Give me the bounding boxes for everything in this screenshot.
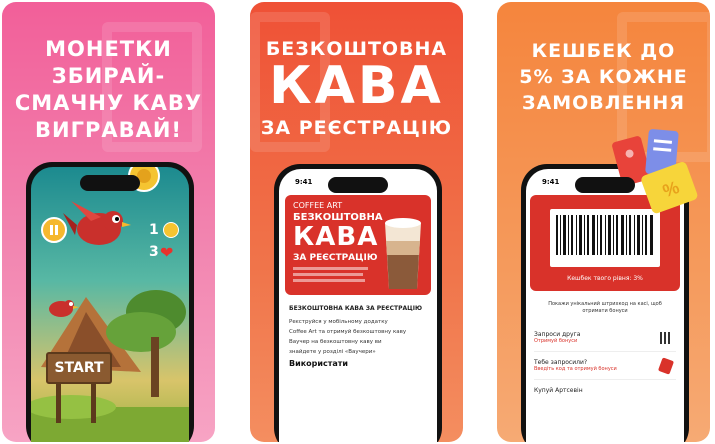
promo-card-cashback: КЕШБЕК ДО 5% ЗА КОЖНЕ ЗАМОВЛЕННЯ 9:41 Ке… [497,2,710,442]
body-line: знайдете у розділі «Ваучери» [289,349,376,355]
game-screen: 1 3 ❤ START [31,167,189,442]
lives-count: 3 [149,244,159,260]
headline-bottom: ЗА РЕЄСТРАЦІЮ [260,117,453,139]
app-screen: 9:41 COFFEE ART БЕЗКОШТОВНА КАВА ЗА РЕЄС… [279,169,437,442]
headline-line: 5% ЗА КОЖНЕ [519,66,688,88]
banner-text-line [293,273,363,276]
promo-card-free-coffee: БЕЗКОШТОВНА КАВА ЗА РЕЄСТРАЦІЮ 9:41 COFF… [250,2,463,442]
coins-count: 1 [149,222,159,238]
cashback-level: Кешбек твого рівня: 3% [567,275,643,282]
section-body: Реєструйся у мобільному додатку Coffee A… [289,317,406,357]
promo-banner[interactable]: COFFEE ART БЕЗКОШТОВНА КАВА ЗА РЕЄСТРАЦІ… [285,195,431,295]
phone-notch [575,177,635,193]
banner-sub: ЗА РЕЄСТРАЦІЮ [293,253,378,263]
menu-item-title: Купуй Артсевін [534,387,583,394]
qr-code-icon [660,332,672,344]
latte-glass-icon [385,218,421,289]
menu-item-sub: Отримуй бонуси [534,338,578,344]
headline-line: ЗБИРАЙ- [51,64,166,88]
menu-item-enter-code[interactable]: Тебе запросили? Введіть код та отримуй б… [534,355,676,380]
barcode-instruction: Покажи унікальний штрихкод на касі, щоб … [548,301,662,314]
start-button[interactable]: START [46,352,112,384]
heart-icon: ❤ [160,243,174,262]
bird-enemy-icon [43,298,79,317]
phone-notch [80,175,140,191]
sign-post [91,383,96,423]
body-line: Реєструйся у мобільному додатку [289,319,388,325]
menu-item-buy[interactable]: Купуй Артсевін [534,383,676,403]
headline-line: КЕШБЕК ДО [531,40,676,62]
tickets-illustration: % [612,129,698,214]
phone-frame: 1 3 ❤ START [26,162,194,442]
headline: МОНЕТКИ ЗБИРАЙ- СМАЧНУ КАВУ ВИГРАВАЙ! [2,36,215,144]
brand-logo: COFFEE ART [293,201,343,210]
banner-big: КАВА [293,222,379,252]
headline-line: ЗАМОВЛЕННЯ [522,92,685,114]
body-line: Coffee Art та отримуй безкоштовну каву [289,329,407,335]
game-scenery [31,290,189,442]
banner-text-line [293,279,365,282]
menu-item-title: Запроси друга [534,331,581,338]
headline-line: СМАЧНУ КАВУ [14,91,203,115]
status-time: 9:41 [542,178,560,186]
body-line: Ваучер на безкоштовну каву ви [289,339,382,345]
section-title: БЕЗКОШТОВНА КАВА ЗА РЕЄСТРАЦІЮ [289,305,422,312]
use-voucher-button[interactable]: Використати [289,359,348,368]
phone-notch [328,177,388,193]
coin-counter-icon [163,222,179,238]
headline-line: МОНЕТКИ [45,37,172,61]
phone-frame: 9:41 COFFEE ART БЕЗКОШТОВНА КАВА ЗА РЕЄС… [274,164,442,442]
status-time: 9:41 [295,178,313,186]
menu-item-title: Тебе запросили? [534,359,588,366]
banner-text-line [293,267,368,270]
bird-character-icon [63,201,131,245]
headline-big: КАВА [269,56,444,116]
headline-line: ВИГРАВАЙ! [34,118,183,142]
promo-card-game: МОНЕТКИ ЗБИРАЙ- СМАЧНУ КАВУ ВИГРАВАЙ! 1 … [2,2,215,442]
menu-item-invite-friend[interactable]: Запроси друга Отримуй бонуси [534,327,676,352]
menu-item-sub: Введіть код та отримуй бонуси [534,366,617,372]
sign-post [56,383,61,423]
headline: КЕШБЕК ДО 5% ЗА КОЖНЕ ЗАМОВЛЕННЯ [497,38,710,116]
